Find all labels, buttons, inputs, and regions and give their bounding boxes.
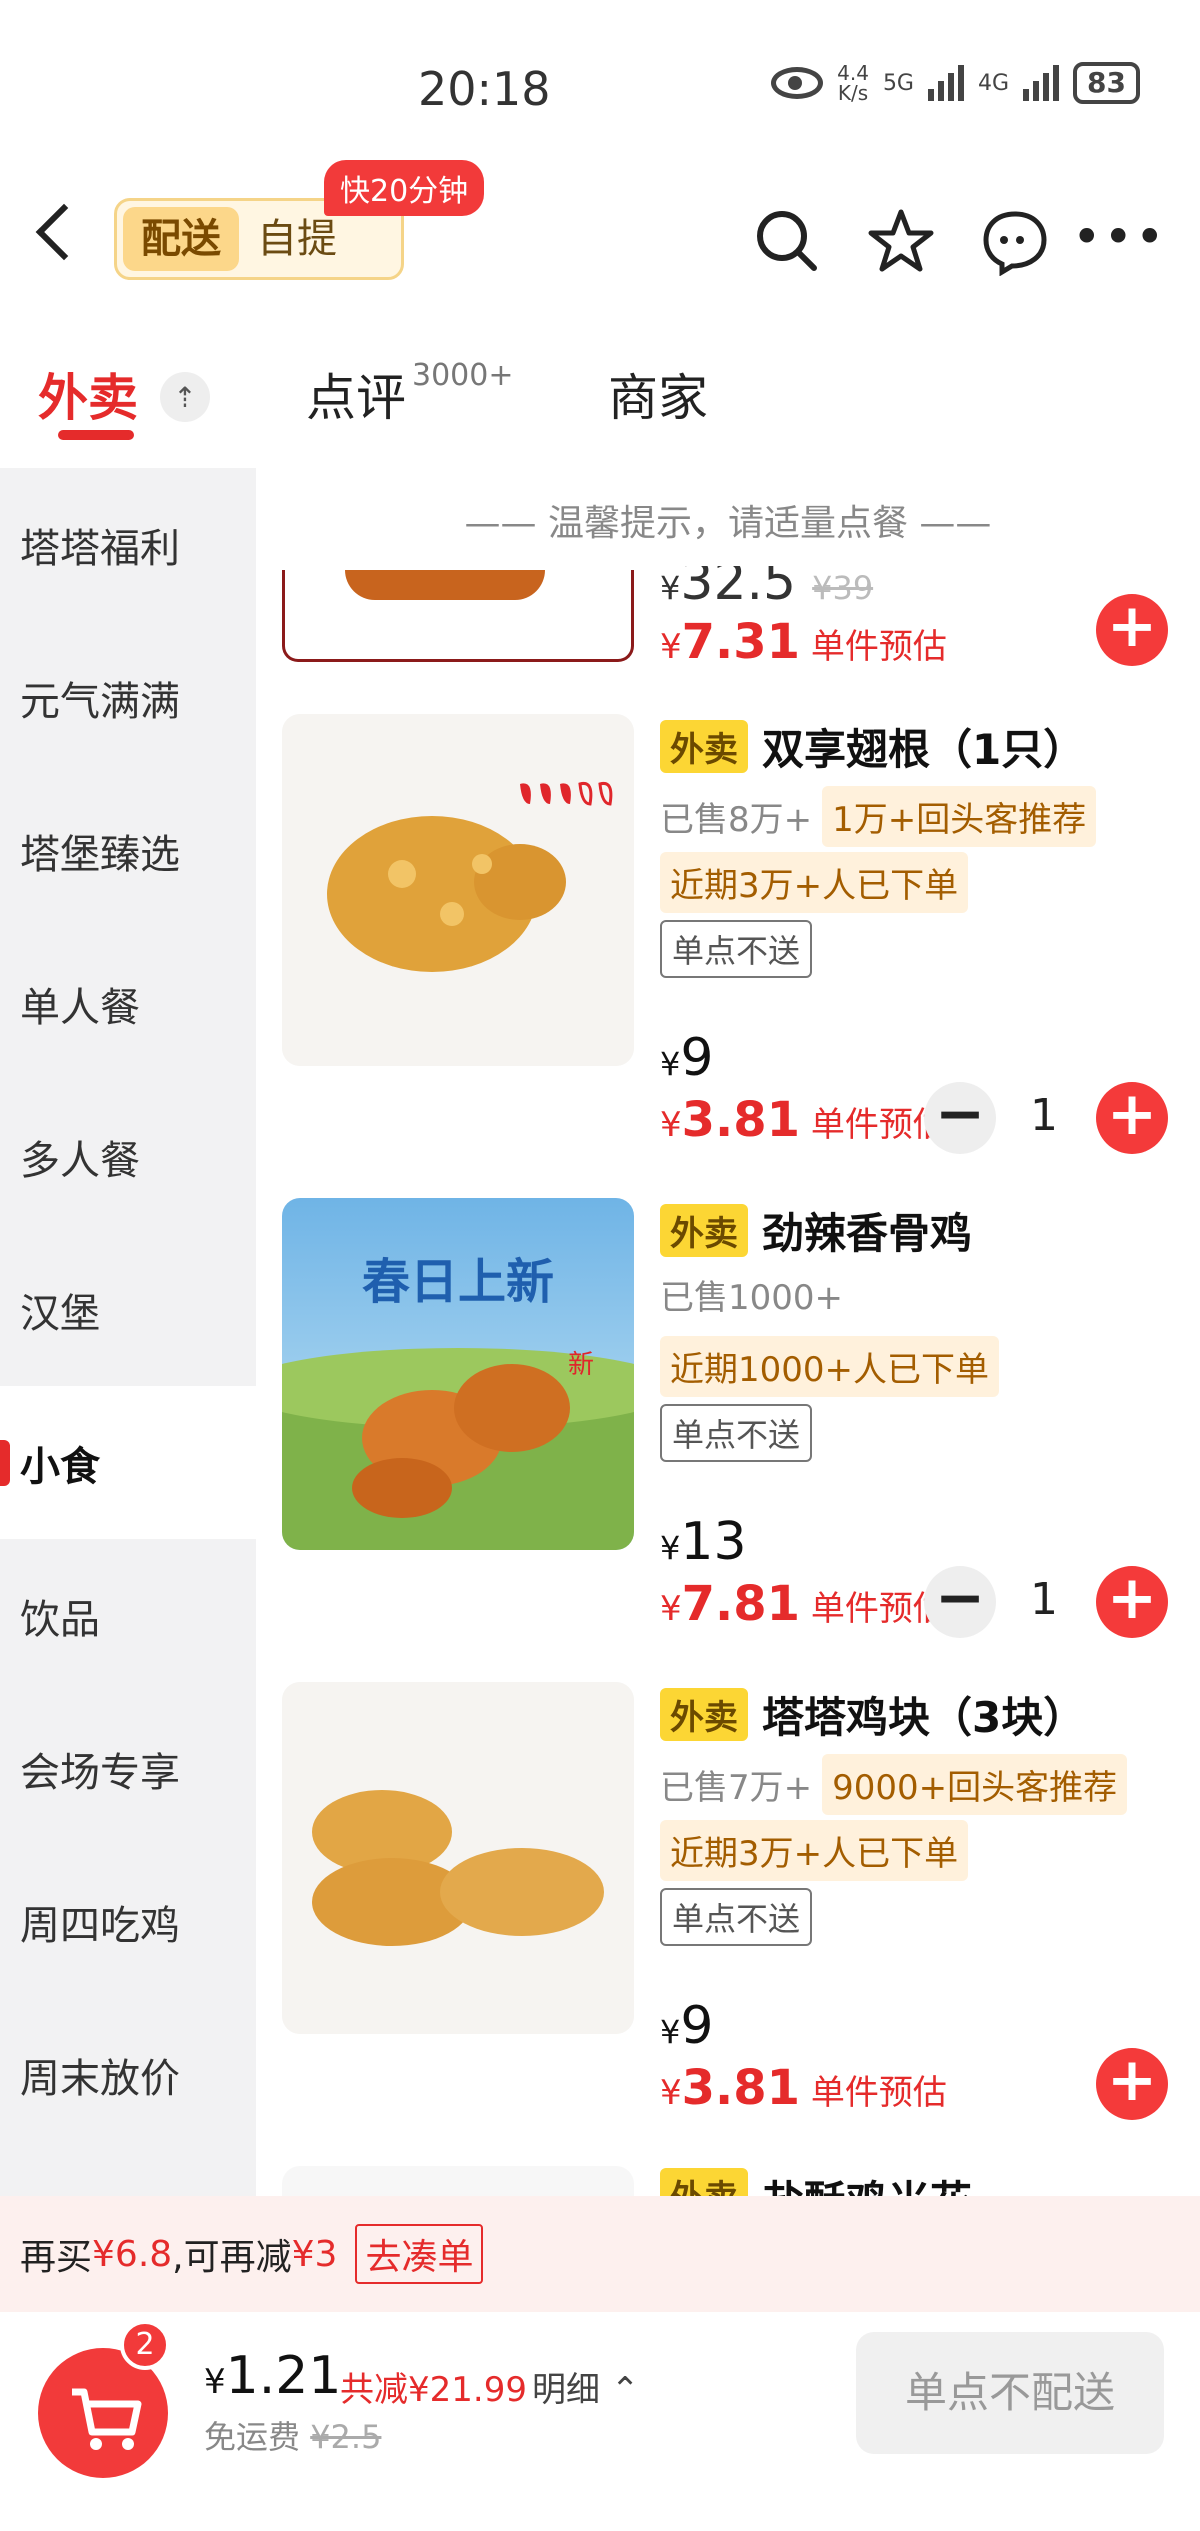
sidebar-item[interactable]: 饮品 [0, 1539, 256, 1692]
collapse-up-icon[interactable]: ⇡ [160, 372, 210, 422]
quantity-value: 1 [1030, 1090, 1058, 1141]
product-price: ¥9 [660, 1996, 714, 2056]
recent-orders-chip: 近期1000+人已下单 [660, 1336, 1000, 1397]
price-partial: ¥32.5 ¥39 [660, 552, 874, 612]
sidebar-item[interactable]: 塔堡臻选 [0, 774, 256, 927]
decrease-button[interactable]: − [924, 1082, 996, 1154]
delivery-option[interactable]: 配送 [123, 207, 239, 271]
add-button[interactable]: + [1096, 2048, 1168, 2120]
sidebar-item[interactable]: 塔塔福利 [0, 468, 256, 621]
est-price: ¥7.81 单件预估 [660, 1576, 947, 1632]
fried-wing-image [282, 714, 634, 1066]
back-icon[interactable] [35, 203, 93, 261]
new-badge: 新 [568, 1350, 595, 1380]
status-icons: 4.4 K/s 5G 4G 83 [771, 62, 1140, 104]
add-on-button[interactable]: 去凑单 [355, 2224, 484, 2284]
net-5g-label: 5G [882, 70, 914, 96]
product-title-partial[interactable]: 外卖盐酥鸡米花 [660, 2168, 972, 2196]
sidebar-item[interactable]: 汉堡 [0, 1233, 256, 1386]
sidebar-item[interactable]: 会场专享 [0, 1692, 256, 1845]
add-button[interactable]: + [1096, 1566, 1168, 1638]
no-single-delivery-tag: 单点不送 [660, 920, 813, 978]
eye-icon [771, 67, 824, 99]
star-icon[interactable] [866, 206, 936, 276]
sidebar-item[interactable]: 单人餐 [0, 927, 256, 1080]
recommend-chip: 9000+回头客推荐 [822, 1754, 1128, 1815]
takeout-tag: 外卖 [660, 1688, 748, 1741]
product-image-partial[interactable] [282, 2166, 634, 2196]
signal-icon-2 [1023, 65, 1060, 101]
battery-level: 83 [1073, 62, 1140, 104]
recent-orders-chip: 近期3万+人已下单 [660, 852, 969, 913]
est-price: ¥3.81 单件预估 [660, 1092, 947, 1148]
checkout-button[interactable]: 单点不配送 [856, 2332, 1164, 2454]
add-button[interactable]: + [1096, 1082, 1168, 1154]
status-bar: 20:18 4.4 K/s 5G 4G 83 [0, 0, 1200, 180]
product-image-partial[interactable] [282, 570, 634, 662]
sidebar-item[interactable]: 元气满满 [0, 621, 256, 774]
product-image[interactable]: 春日上新 新 [282, 1198, 634, 1550]
delivery-fee: 免运费 ¥2.5 [204, 2418, 382, 2456]
chat-icon[interactable] [980, 206, 1050, 276]
product-title[interactable]: 外卖 劲辣香骨鸡 [660, 1200, 972, 1261]
sold-count: 已售8万+ 1万+回头客推荐 [660, 786, 1097, 847]
total-discount: 共减¥21.99 [340, 2370, 527, 2410]
chevron-up-icon: ⌃ [610, 2370, 640, 2410]
product-image[interactable] [282, 714, 634, 1066]
sidebar-item[interactable]: 周四吃鸡 [0, 1845, 256, 1998]
no-single-delivery-tag: 单点不送 [660, 1404, 813, 1462]
product-price: ¥9 [660, 1028, 714, 1088]
signal-icon [927, 65, 964, 101]
takeout-tag: 外卖 [660, 1204, 748, 1257]
sold-count: 已售7万+ 9000+回头客推荐 [660, 1754, 1128, 1815]
category-sidebar: 塔塔福利 元气满满 塔堡臻选 单人餐 多人餐 汉堡 小食 饮品 会场专享 周四吃… [0, 468, 256, 2198]
status-time: 20:18 [418, 62, 551, 116]
review-count: 3000+ [412, 358, 514, 393]
product-title[interactable]: 外卖 双享翅根（1只） [660, 716, 1085, 777]
net-speed: 4.4 K/s [837, 61, 869, 105]
decrease-button[interactable]: − [924, 1566, 996, 1638]
takeout-tag: 外卖 [660, 720, 748, 773]
tab-indicator [58, 430, 134, 440]
cart-count-badge: 2 [120, 2320, 170, 2370]
pickup-option[interactable]: 自提 [239, 207, 355, 271]
product-price: ¥13 [660, 1512, 747, 1572]
tab-reviews[interactable]: 点评 3000+ [306, 358, 513, 430]
recent-orders-chip: 近期3万+人已下单 [660, 1820, 969, 1881]
est-price: ¥3.81 单件预估 [660, 2060, 947, 2116]
tab-takeout[interactable]: 外卖 [38, 358, 138, 430]
detail-link[interactable]: 明细 ⌃ [532, 2362, 639, 2411]
notice-text: —— 温馨提示，请适量点餐 —— [464, 503, 992, 544]
sidebar-item-active[interactable]: 小食 [0, 1386, 256, 1539]
net-4g-label: 4G [977, 70, 1010, 96]
sidebar-item[interactable]: 周末放价 [0, 1998, 256, 2151]
product-title[interactable]: 外卖 塔塔鸡块（3块） [660, 1684, 1085, 1745]
search-icon[interactable] [752, 206, 822, 276]
est-price: ¥7.31 单件预估 [660, 614, 947, 670]
sidebar-item[interactable]: 多人餐 [0, 1080, 256, 1233]
no-single-delivery-tag: 单点不送 [660, 1888, 813, 1946]
quantity-value: 1 [1030, 1574, 1058, 1625]
fast-badge: 快20分钟 [324, 160, 485, 216]
promo-image-text: 春日上新 [361, 1254, 554, 1310]
add-button[interactable]: + [1096, 594, 1168, 666]
product-image[interactable] [282, 1682, 634, 2034]
more-icon[interactable]: ••• [1072, 212, 1166, 262]
recommend-chip: 1万+回头客推荐 [822, 786, 1097, 847]
total-price: ¥1.21 [204, 2346, 342, 2406]
sold-count: 已售1000+ [660, 1278, 844, 1318]
nuggets-image [282, 1682, 634, 2034]
promo-bar: 再买 ¥6.8 ,可再减 ¥3 去凑单 [0, 2196, 1200, 2312]
tab-merchant[interactable]: 商家 [608, 358, 708, 430]
